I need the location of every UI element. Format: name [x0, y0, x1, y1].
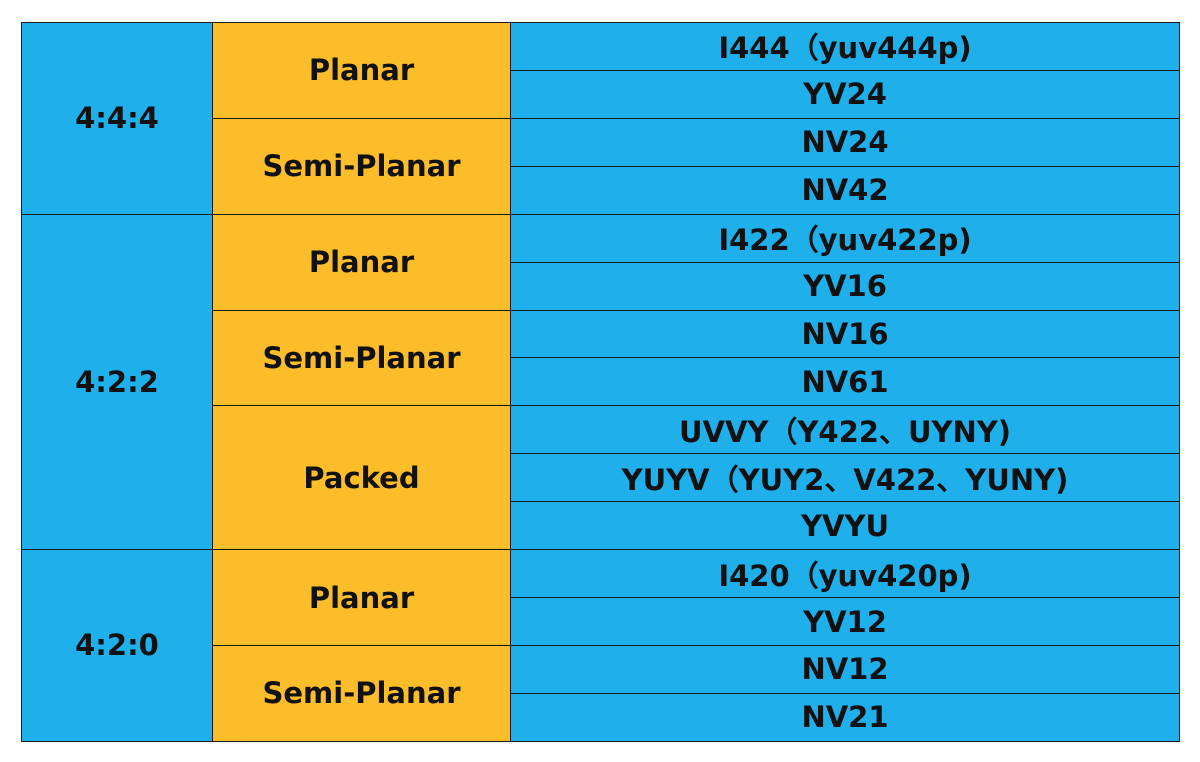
- layout-cell-444-semi-planar: Semi-Planar: [212, 117, 511, 215]
- table-row: 4:4:4 Planar I444（yuv444p): [21, 22, 1180, 215]
- layout-cell-420-planar: Planar: [212, 549, 511, 646]
- format-cell: NV61: [510, 357, 1180, 407]
- layout-cell-420-semi-planar: Semi-Planar: [212, 644, 511, 742]
- format-cell: I444（yuv444p): [510, 22, 1180, 71]
- layout-cell-422-packed: Packed: [212, 405, 511, 551]
- table-row: 4:2:0 Planar I420（yuv420p): [21, 549, 1180, 742]
- format-cell: NV12: [510, 644, 1180, 694]
- format-cell: YV24: [510, 69, 1180, 119]
- sampling-cell-444: 4:4:4: [21, 22, 213, 215]
- format-cell: YV16: [510, 261, 1180, 311]
- format-cell: YVYU: [510, 501, 1180, 551]
- layout-cell-444-planar: Planar: [212, 22, 511, 119]
- sampling-cell-420: 4:2:0: [21, 549, 213, 742]
- format-cell: UVVY（Y422、UYNY): [510, 405, 1180, 455]
- format-cell: YUYV（YUY2、V422、YUNY): [510, 453, 1180, 503]
- format-cell: NV42: [510, 165, 1180, 215]
- format-cell: YV12: [510, 597, 1180, 646]
- table-row: 4:2:2 Planar I422（yuv422p): [21, 213, 1180, 551]
- format-cell: NV21: [510, 692, 1180, 742]
- layout-cell-422-planar: Planar: [212, 213, 511, 311]
- yuv-format-table: 4:4:4 Planar I444（yuv444p) YV24 Semi-Pla…: [21, 22, 1180, 742]
- format-cell: NV24: [510, 117, 1180, 167]
- format-cell: I422（yuv422p): [510, 213, 1180, 263]
- sampling-cell-422: 4:2:2: [21, 213, 213, 551]
- format-cell: I420（yuv420p): [510, 549, 1180, 599]
- layout-cell-422-semi-planar: Semi-Planar: [212, 309, 511, 407]
- format-cell: NV16: [510, 309, 1180, 359]
